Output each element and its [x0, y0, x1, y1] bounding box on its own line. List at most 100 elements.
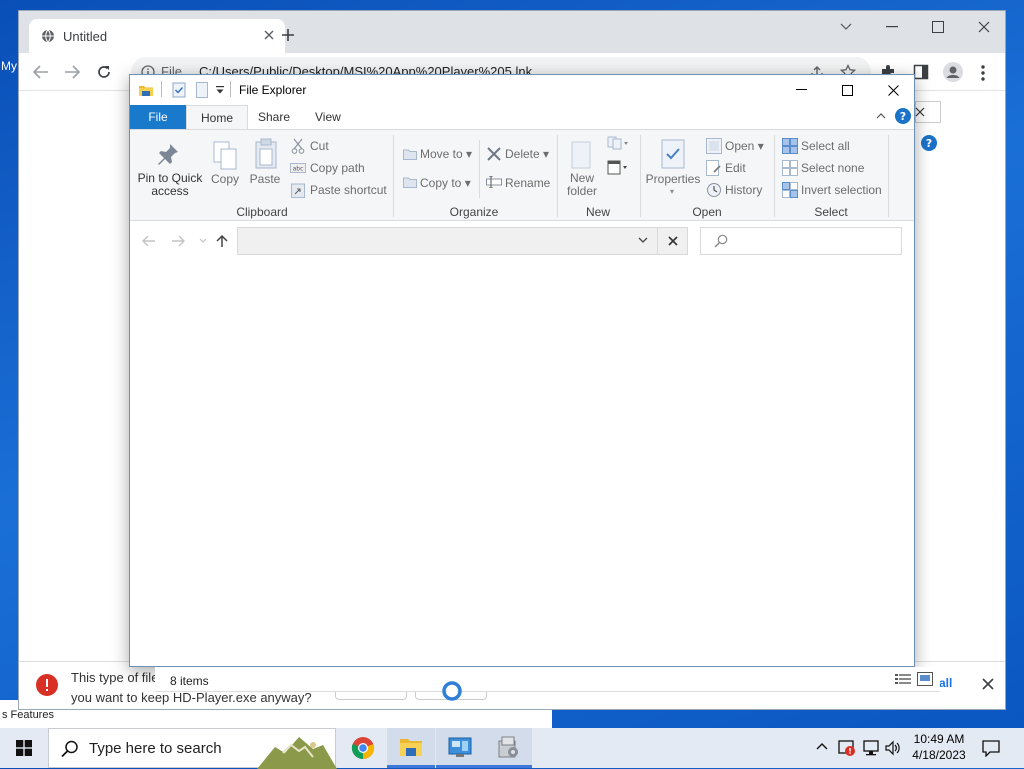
chrome-maximize-icon[interactable]	[915, 11, 961, 43]
forward-icon[interactable]	[64, 65, 80, 79]
back-icon[interactable]	[33, 65, 49, 79]
network-icon[interactable]	[862, 739, 880, 757]
open-group-label: Open	[692, 205, 722, 219]
copy-to-label: Copy to	[420, 176, 462, 190]
open-button[interactable]: Open ▾	[725, 139, 764, 153]
qat-new-folder-icon[interactable]	[196, 82, 208, 98]
up-icon[interactable]	[216, 234, 228, 248]
delete-label: Delete	[505, 147, 540, 161]
easy-access-icon[interactable]	[607, 159, 629, 175]
new-folder-button[interactable]: New folder	[560, 172, 604, 198]
minimize-ribbon-icon[interactable]	[876, 113, 886, 119]
bg-close-icon	[915, 107, 925, 117]
open-label: Open	[725, 139, 755, 153]
pin-to-quick-access-button[interactable]: Pin to Quick access	[134, 172, 206, 198]
clock-time: 10:49 AM	[913, 732, 965, 746]
chrome-minimize-icon[interactable]	[869, 11, 915, 43]
tray-overflow-icon[interactable]	[816, 742, 828, 750]
chrome-close-icon[interactable]	[961, 11, 1007, 43]
tab-file[interactable]: File	[130, 105, 186, 129]
tab-search-icon[interactable]	[823, 11, 869, 43]
globe-icon	[41, 29, 55, 43]
fe-maximize-icon[interactable]	[824, 75, 870, 105]
delete-button[interactable]: Delete ▾	[505, 147, 549, 161]
invert-selection-button[interactable]: Invert selection	[801, 183, 882, 197]
svg-text:?: ?	[900, 110, 906, 123]
notifications-icon[interactable]	[982, 739, 1000, 757]
fe-minimize-icon[interactable]	[778, 75, 824, 105]
ribbon-separator	[888, 135, 889, 217]
select-none-button[interactable]: Select none	[801, 161, 864, 175]
paste-icon	[254, 138, 278, 170]
tab-home[interactable]: Home	[186, 105, 249, 130]
taskbar-clock[interactable]: 10:49 AM 4/18/2023	[908, 731, 970, 763]
show-all-link[interactable]: all	[939, 676, 952, 690]
chrome-tabstrip: Untitled	[19, 11, 1005, 53]
copy-icon	[212, 140, 238, 172]
reload-icon[interactable]	[96, 64, 112, 80]
chrome-tab[interactable]: Untitled	[29, 19, 285, 53]
nav-forward-icon[interactable]	[171, 235, 185, 247]
properties-dropdown-icon[interactable]: ▾	[670, 187, 674, 196]
recent-locations-icon[interactable]	[199, 238, 207, 244]
start-button[interactable]	[0, 728, 48, 768]
download-bar-close-icon[interactable]	[982, 678, 994, 690]
new-folder-line2: folder	[566, 184, 598, 198]
chrome-menu-icon[interactable]	[981, 65, 985, 81]
tab-share[interactable]: Share	[244, 105, 304, 129]
properties-icon	[660, 138, 686, 170]
taskbar-installer[interactable]	[484, 728, 532, 768]
address-dropdown-icon[interactable]	[638, 237, 648, 244]
large-icons-view-icon[interactable]	[917, 672, 933, 686]
folder-app-icon	[138, 82, 154, 98]
qat-properties-icon[interactable]	[172, 82, 186, 98]
select-all-button[interactable]: Select all	[801, 139, 850, 153]
nav-back-icon[interactable]	[142, 235, 156, 247]
fe-close-icon[interactable]	[870, 75, 916, 105]
file-explorer-app-icon	[400, 738, 422, 756]
search-box[interactable]	[700, 227, 902, 255]
details-view-icon[interactable]	[895, 673, 911, 685]
help-icon[interactable]: ?	[895, 108, 911, 124]
item-count: 8 items	[170, 674, 209, 688]
organize-inner-separator	[479, 140, 480, 198]
paste-shortcut-button[interactable]: Paste shortcut	[310, 183, 387, 197]
copy-to-icon	[403, 176, 417, 188]
copy-path-button[interactable]: Copy path	[310, 161, 365, 175]
rename-button[interactable]: Rename	[505, 176, 550, 190]
edit-button[interactable]: Edit	[725, 161, 746, 175]
address-bar[interactable]	[237, 227, 688, 255]
new-tab-icon[interactable]	[281, 28, 295, 42]
profile-avatar-icon[interactable]	[943, 62, 963, 82]
copy-button[interactable]: Copy	[208, 172, 242, 186]
ribbon-separator	[640, 135, 641, 217]
taskbar-file-explorer[interactable]	[387, 728, 435, 768]
organize-group-label: Organize	[449, 205, 499, 219]
paste-shortcut-icon	[291, 182, 305, 198]
fe-titlebar: File Explorer	[130, 75, 914, 105]
stop-icon[interactable]	[668, 236, 678, 246]
taskbar-search-box[interactable]: Type here to search	[48, 728, 337, 769]
security-alert-icon[interactable]	[838, 739, 856, 757]
tab-close-icon[interactable]	[263, 29, 275, 41]
new-item-icon[interactable]	[607, 136, 629, 150]
move-to-button[interactable]: Move to ▾	[420, 147, 472, 161]
copy-to-button[interactable]: Copy to ▾	[420, 176, 471, 190]
pin-label-line2: access	[151, 184, 189, 198]
svg-text:?: ?	[926, 137, 932, 150]
taskbar-control-panel[interactable]	[436, 728, 484, 768]
paste-button[interactable]: Paste	[247, 172, 283, 186]
volume-icon[interactable]	[884, 739, 902, 757]
tab-view[interactable]: View	[301, 105, 355, 129]
fe-status-bar: 8 items	[155, 667, 940, 692]
properties-button[interactable]: Properties	[644, 172, 702, 186]
file-list-area[interactable]	[130, 261, 914, 666]
desktop-icon-label[interactable]: My	[1, 59, 17, 73]
taskbar-chrome[interactable]	[339, 728, 387, 768]
edit-icon	[706, 160, 722, 176]
busy-cursor-icon	[441, 680, 463, 702]
cut-button[interactable]: Cut	[310, 139, 329, 153]
ribbon-separator	[774, 135, 775, 217]
history-button[interactable]: History	[725, 183, 762, 197]
qat-customize-icon[interactable]	[216, 86, 224, 94]
